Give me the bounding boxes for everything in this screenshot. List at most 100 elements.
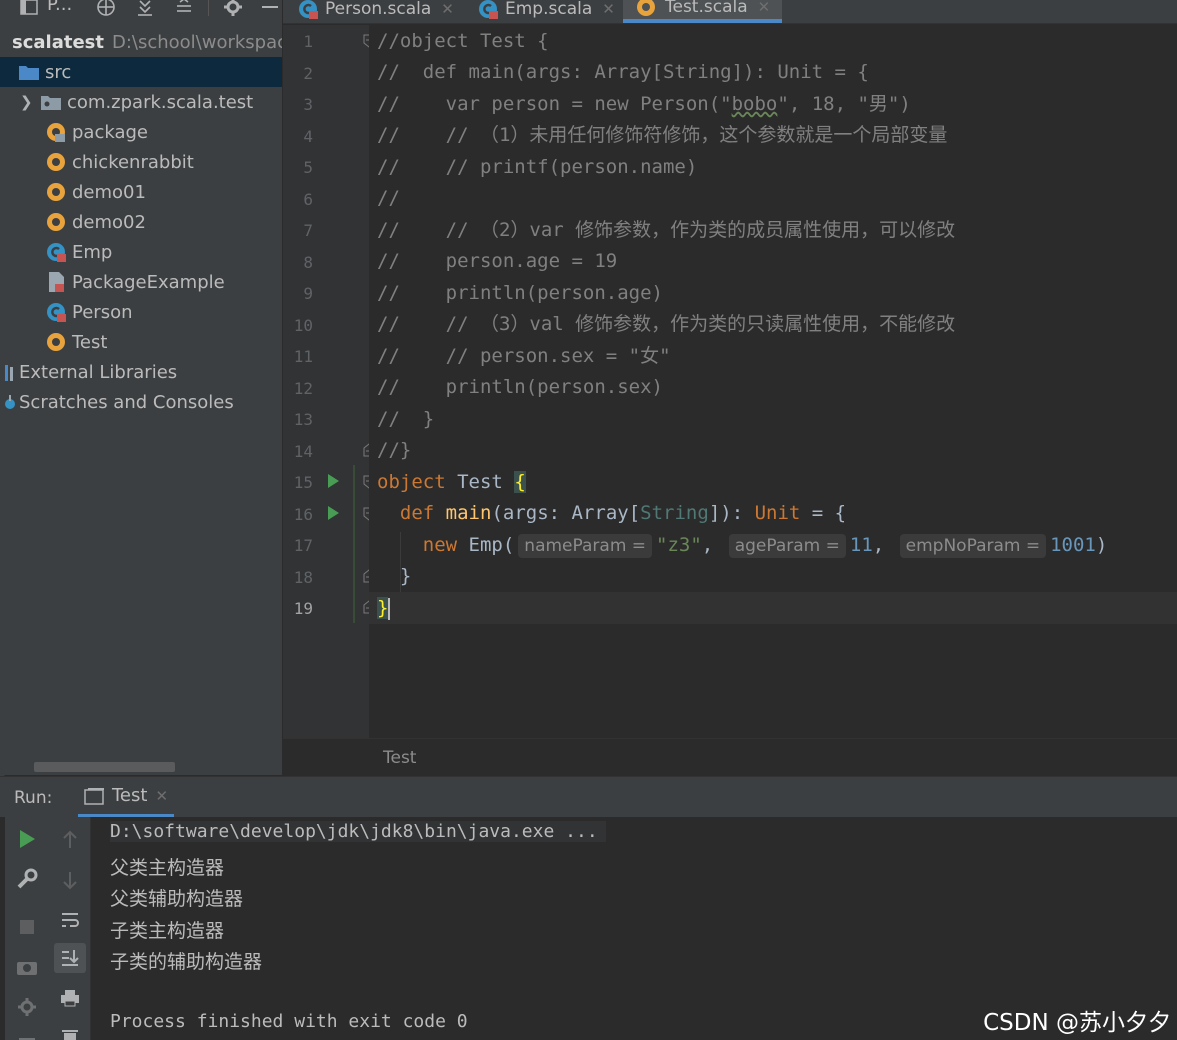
tree-root-scalatest[interactable]: scalatest D:\school\workspace bbox=[0, 27, 282, 57]
line-number: 12 bbox=[293, 379, 313, 398]
type-name: Unit bbox=[754, 502, 801, 524]
collapse-all-icon[interactable] bbox=[173, 0, 195, 18]
watermark: CSDN @苏小夕夕 bbox=[983, 1010, 1171, 1036]
close-icon[interactable]: ✕ bbox=[602, 0, 615, 18]
tree-item-scratches[interactable]: Scratches and Consoles bbox=[0, 387, 282, 417]
type-name: Array bbox=[571, 502, 629, 524]
code-line: } bbox=[377, 560, 411, 592]
arrow-down-icon[interactable] bbox=[49, 865, 91, 895]
tab-person-scala[interactable]: Person.scala ✕ bbox=[295, 0, 454, 23]
code-line: // // person.sex = "女" bbox=[377, 345, 671, 367]
run-panel: Run: Test ✕ D:\software\develop\jdk\jdk8… bbox=[0, 776, 1177, 1040]
tree-item-label: Scratches and Consoles bbox=[19, 391, 234, 413]
locate-icon[interactable] bbox=[95, 0, 117, 18]
tree-item-demo02[interactable]: demo02 bbox=[0, 207, 282, 237]
editor-breadcrumb: Test bbox=[283, 738, 1177, 775]
line-number: 2 bbox=[303, 64, 313, 83]
run-label: Run: bbox=[14, 788, 53, 808]
console-line: Process finished with exit code 0 bbox=[110, 1011, 468, 1032]
project-horizontal-scrollbar[interactable] bbox=[34, 762, 175, 772]
tree-item-chickenrabbit[interactable]: chickenrabbit bbox=[0, 147, 282, 177]
code-editor[interactable]: //object Test { // def main(args: Array[… bbox=[369, 25, 1177, 738]
scala-package-object-icon bbox=[45, 121, 67, 143]
line-number-current: 19 bbox=[293, 599, 313, 618]
tree-item-label: demo01 bbox=[72, 181, 146, 203]
tree-item-demo01[interactable]: demo01 bbox=[0, 177, 282, 207]
editor-gutter: 1 2 3 4 5 6 7 8 9 10 11 12 13 14 15 16 1… bbox=[283, 25, 375, 738]
tree-item-label: Person bbox=[72, 301, 133, 323]
hide-icon[interactable] bbox=[259, 0, 281, 18]
run-panel-header: Run: Test ✕ bbox=[0, 777, 1177, 817]
tree-item-packageexample[interactable]: PackageExample bbox=[0, 267, 282, 297]
run-object-icon[interactable] bbox=[328, 474, 339, 488]
tree-item-emp[interactable]: Emp bbox=[0, 237, 282, 267]
print-icon[interactable] bbox=[49, 983, 91, 1013]
code-line: // bbox=[377, 187, 400, 209]
close-icon[interactable]: ✕ bbox=[155, 787, 168, 805]
project-toolbar: P... bbox=[0, 0, 282, 22]
tree-item-package[interactable]: ❯ com.zpark.scala.test bbox=[0, 87, 282, 117]
scroll-to-end-icon[interactable] bbox=[54, 943, 86, 973]
code-fragment: ", 18, "男") bbox=[777, 93, 911, 115]
expand-all-icon[interactable] bbox=[134, 0, 156, 18]
stop-icon[interactable] bbox=[5, 912, 49, 942]
trash-icon[interactable] bbox=[49, 1023, 91, 1040]
line-number: 17 bbox=[293, 536, 313, 555]
tree-item-src[interactable]: src bbox=[0, 57, 282, 87]
tree-item-package-object[interactable]: package bbox=[0, 117, 282, 147]
exit-icon[interactable] bbox=[5, 1027, 49, 1040]
line-number: 13 bbox=[293, 410, 313, 429]
console-line: D:\software\develop\jdk\jdk8\bin\java.ex… bbox=[110, 821, 606, 842]
code-line: // println(person.age) bbox=[377, 282, 663, 304]
project-pane-title[interactable]: P... bbox=[47, 0, 72, 15]
matched-brace: } bbox=[377, 597, 389, 619]
tab-test-scala[interactable]: Test.scala ✕ bbox=[623, 0, 783, 23]
settings-icon[interactable] bbox=[5, 992, 49, 1022]
run-toolbar-secondary bbox=[49, 817, 91, 1040]
line-number: 18 bbox=[293, 568, 313, 587]
chevron-right-icon[interactable]: ❯ bbox=[20, 93, 40, 111]
tree-item-test[interactable]: Test bbox=[0, 327, 282, 357]
tree-item-person[interactable]: Person bbox=[0, 297, 282, 327]
close-icon[interactable]: ✕ bbox=[441, 0, 454, 18]
run-toolbar-primary bbox=[5, 817, 49, 1040]
rerun-icon[interactable] bbox=[5, 824, 49, 854]
code-line: // person.age = 19 bbox=[377, 250, 618, 272]
line-number: 4 bbox=[303, 127, 313, 146]
close-icon[interactable]: ✕ bbox=[758, 0, 771, 16]
tree-item-label: Test bbox=[72, 331, 108, 353]
line-number: 9 bbox=[303, 284, 313, 303]
line-number: 11 bbox=[293, 347, 313, 366]
arrow-up-icon[interactable] bbox=[49, 825, 91, 855]
run-tab-test[interactable]: Test ✕ bbox=[78, 777, 175, 817]
tree-item-external-libraries[interactable]: External Libraries bbox=[0, 357, 282, 387]
code-line: new Emp(nameParam = "z3", ageParam = 11, e… bbox=[377, 529, 1107, 561]
typo-underlined-word: bobo bbox=[731, 93, 778, 115]
line-number: 1 bbox=[303, 32, 313, 51]
gear-icon[interactable] bbox=[222, 0, 244, 18]
scala-object-icon bbox=[45, 211, 67, 233]
line-number: 6 bbox=[303, 190, 313, 209]
code-fragment: (args: bbox=[491, 502, 572, 524]
code-line: // // （1）未用任何修饰符修饰，这个参数就是一个局部变量 bbox=[377, 124, 948, 146]
soft-wrap-icon[interactable] bbox=[49, 905, 91, 935]
project-view-icon[interactable] bbox=[18, 0, 40, 18]
camera-icon[interactable] bbox=[5, 952, 49, 982]
console-line: 父类主构造器 bbox=[110, 857, 225, 879]
tree-item-label: src bbox=[45, 61, 72, 83]
run-main-icon[interactable] bbox=[328, 506, 339, 520]
code-line: // } bbox=[377, 408, 435, 430]
vcs-change-marker bbox=[353, 465, 355, 623]
tab-emp-scala[interactable]: Emp.scala ✕ bbox=[475, 0, 615, 23]
string-literal: "z3" bbox=[656, 534, 702, 556]
number-literal: 1001 bbox=[1050, 534, 1096, 556]
wrench-icon[interactable] bbox=[5, 864, 49, 894]
scala-object-icon bbox=[45, 181, 67, 203]
scala-class-icon bbox=[299, 0, 318, 19]
breadcrumb-item[interactable]: Test bbox=[383, 748, 416, 768]
code-fragment: ]): bbox=[708, 502, 755, 524]
code-fragment: [ bbox=[628, 502, 641, 524]
console-line: 子类的辅助构造器 bbox=[110, 951, 263, 973]
current-line-highlight bbox=[369, 592, 1177, 624]
scratches-icon bbox=[4, 391, 16, 413]
